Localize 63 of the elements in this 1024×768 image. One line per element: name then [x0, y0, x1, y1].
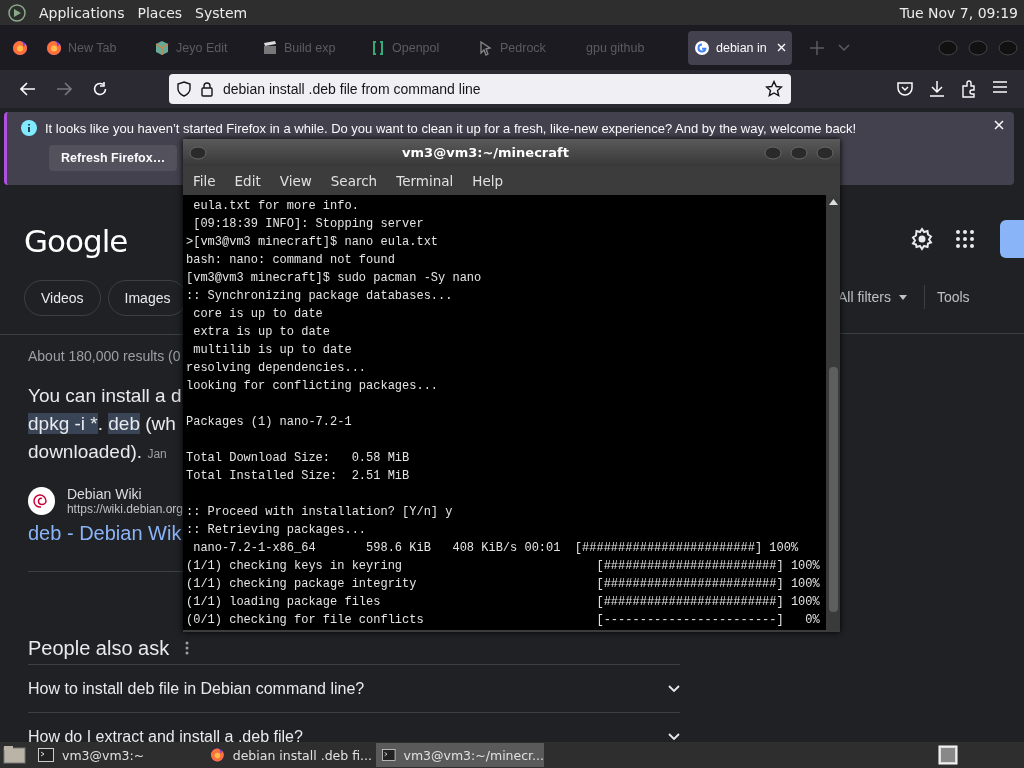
menu-item[interactable]: File [193, 172, 226, 189]
forward-icon[interactable] [56, 82, 72, 96]
apps-grid-icon[interactable] [956, 230, 974, 248]
panel-menu[interactable]: Applications [39, 4, 125, 21]
firefox-icon [12, 39, 28, 56]
info-icon [21, 120, 37, 136]
close-icon[interactable] [994, 120, 1004, 130]
menu-item[interactable]: Terminal [396, 172, 464, 189]
menu-item[interactable]: Search [330, 172, 388, 189]
pocket-icon[interactable] [896, 80, 914, 98]
answer-text: You can install a d [28, 384, 183, 408]
scrollbar[interactable] [826, 195, 840, 630]
cube-icon [154, 39, 170, 56]
menu-item[interactable]: Help [472, 172, 514, 189]
terminal-icon [38, 748, 54, 762]
shield-icon[interactable] [177, 81, 191, 97]
logo-icon[interactable] [8, 3, 26, 22]
close-icon[interactable] [777, 43, 786, 52]
panel-menu[interactable]: System [195, 4, 248, 21]
source-url: https://wiki.debian.org [66, 502, 183, 516]
menu-item[interactable]: View [279, 172, 322, 189]
notification-message: It looks like you haven’t started Firefox in a while. Do you want to clean it up for a fresh, like-new experience? And by the way, welcome back! [45, 120, 857, 136]
window-title: vm3@vm3:~/minecraft [401, 145, 570, 160]
question-text[interactable]: How to install deb file in Debian command line? [28, 679, 365, 698]
refresh-firefox-button[interactable]: Refresh Firefox… [49, 145, 178, 171]
bracket-icon [370, 39, 386, 56]
question-text[interactable]: How do I extract and install a .deb file? [28, 727, 303, 742]
google-icon [694, 39, 710, 56]
cursor-icon [478, 39, 494, 56]
terminal-icon [382, 748, 396, 762]
more-options-icon[interactable] [185, 641, 190, 655]
panel-menu[interactable]: Places [137, 4, 183, 21]
extensions-icon[interactable] [960, 80, 978, 98]
source-name: Debian Wiki [66, 486, 143, 502]
taskbar-item[interactable]: vm3@vm3:~ [32, 743, 200, 767]
download-icon[interactable] [928, 80, 946, 98]
settings-icon[interactable] [910, 227, 934, 251]
address-bar[interactable]: debian install .deb file from command line [169, 74, 791, 104]
clapper-icon [262, 39, 278, 56]
show-desktop-icon[interactable] [2, 744, 28, 766]
workspace-switcher-icon[interactable] [938, 745, 958, 765]
answer-text: downloaded). Jan [28, 440, 168, 464]
menu-item[interactable]: Edit [234, 172, 271, 189]
reload-icon[interactable] [92, 81, 108, 97]
tools-button[interactable]: Tools [936, 289, 970, 305]
result-stats: About 180,000 results (0 [28, 348, 182, 364]
lock-icon[interactable] [201, 81, 213, 97]
taskbar-item[interactable]: vm3@vm3:~/minecr... [376, 743, 544, 767]
back-icon[interactable] [20, 82, 36, 96]
firefox-icon [46, 39, 62, 56]
star-icon[interactable] [765, 80, 783, 98]
menu-icon[interactable] [992, 80, 1008, 94]
answer-text: dpkg -i *. deb (wh [28, 412, 177, 436]
section-heading: People also ask [28, 636, 170, 660]
result-link[interactable]: deb - Debian Wik [28, 522, 183, 545]
clock: Tue Nov 7, 09:19 [899, 4, 1018, 21]
caret-icon [898, 294, 907, 300]
scroll-up-icon[interactable] [828, 199, 838, 205]
taskbar-item[interactable]: debian install .deb fi... [204, 743, 372, 767]
browser-tab[interactable]: debian in [688, 30, 792, 65]
firefox-icon [210, 747, 225, 763]
terminal-output: eula.txt for more info. [09:18:39 INFO]: Stopping server >[vm3@vm3 minecraft]$ nano eula.txt bash: nano: command not found [vm3@vm3 minecraft]$ sudo pacman -Sy nano :: Synchronizing package databases... core is up to date extra is up to date multilib is up to date resolving dependencies... looking for conflicting packages... Packages (1) nano-7.2-1 Total Download Size: 0.58 MiB Total Installed Size: 2.51 MiB :: Proceed with installation? [Y/n] y :: Retrieving packages... nano-7.2-1-x86_64 598.6 KiB 408 KiB/s 00:01 [########################] 100% (1/1) checking keys in keyring [########################] 100% (1/1) checking package integrity [########################] 100% (1/1) loading package files [########################] 100% (0/1) checking for file conflicts [------------------------] 0% [185, 198, 821, 629]
google-logo[interactable]: Google [24, 223, 183, 259]
